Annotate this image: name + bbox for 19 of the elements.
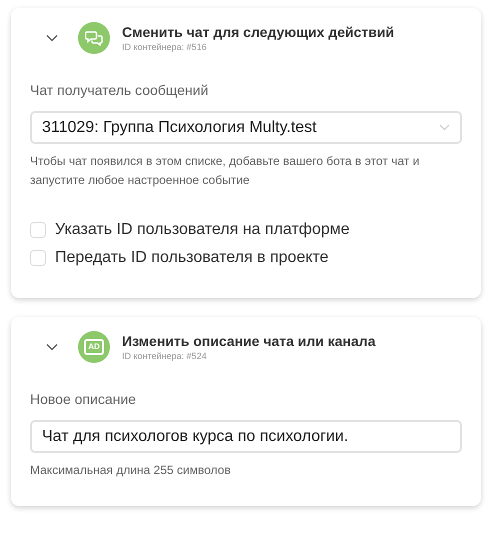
- chat-bubbles-icon: [85, 30, 103, 46]
- ad-icon: AD: [84, 339, 104, 355]
- dropdown-caret-icon: [439, 124, 450, 131]
- checkbox[interactable]: [30, 250, 46, 266]
- chevron-icon[interactable]: [46, 343, 58, 351]
- field-label: Чат получатель сообщений: [30, 81, 210, 100]
- chevron-icon[interactable]: [46, 34, 58, 42]
- field-hint: Чтобы чат появился в этом списке, добавьте вашего бота в этот чат и запустите любое настроенное событие: [30, 153, 420, 189]
- container-id: ID контейнера: #524: [122, 350, 208, 362]
- checkbox-option[interactable]: Указать ID пользователя на платформе: [30, 216, 462, 244]
- field-label: Новое описание: [30, 390, 137, 409]
- description-field[interactable]: Чат для психологов курса по психологии.: [30, 420, 462, 453]
- card-title: Изменить описание чата или канала: [122, 332, 376, 350]
- chat-select[interactable]: 311029: Группа Психология Multy.test: [30, 111, 462, 144]
- field-hint: Максимальная длина 255 символов: [30, 462, 232, 479]
- container-id: ID контейнера: #516: [122, 41, 208, 53]
- card-title: Сменить чат для следующих действий: [122, 23, 394, 41]
- checkbox[interactable]: [30, 222, 46, 238]
- checkbox-option[interactable]: Передать ID пользователя в проекте: [30, 244, 462, 272]
